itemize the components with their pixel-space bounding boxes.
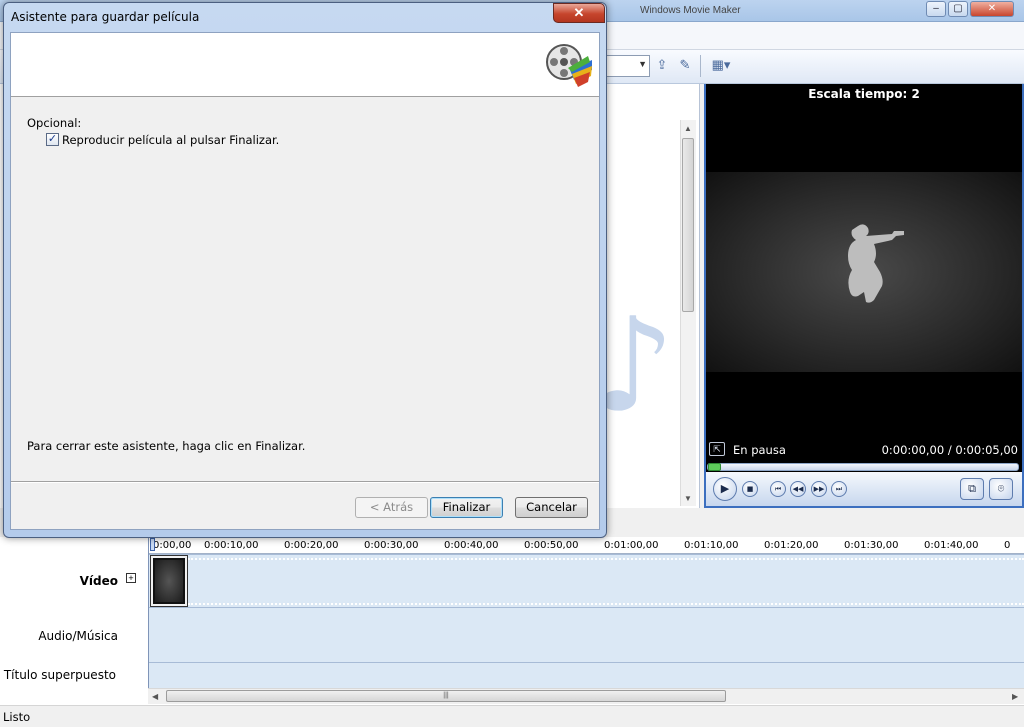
finish-button[interactable]: Finalizar xyxy=(430,497,503,518)
track-guide xyxy=(188,558,1024,560)
timeline-scroll-thumb[interactable]: ||| xyxy=(166,690,726,702)
dialog-separator xyxy=(11,481,599,483)
optional-label: Opcional: xyxy=(27,116,82,130)
toolbar-separator xyxy=(700,55,701,77)
chevron-down-icon: ▼ xyxy=(638,59,647,69)
fullscreen-icon[interactable]: ⇱ xyxy=(709,442,725,456)
scroll-up-icon[interactable]: ▲ xyxy=(684,124,692,133)
dialog-header xyxy=(11,33,599,97)
split-clip-icon[interactable]: ⧉ xyxy=(960,478,984,500)
scroll-down-icon[interactable]: ▼ xyxy=(684,494,692,503)
main-window-title: Windows Movie Maker xyxy=(640,5,741,16)
film-reel-icon xyxy=(546,44,592,87)
play-movie-checkbox[interactable]: ✓ xyxy=(46,133,59,146)
next-icon[interactable]: ⏭ xyxy=(831,481,847,497)
timeline-divider xyxy=(148,537,149,689)
play-icon[interactable]: ▶ xyxy=(713,477,737,501)
stop-icon[interactable]: ■ xyxy=(742,481,758,497)
previous-icon[interactable]: ⏮ xyxy=(770,481,786,497)
ruler-label: 0:00,00 xyxy=(153,540,192,551)
dialog-close-button[interactable]: ✕ xyxy=(553,3,605,23)
ruler-label: 0:01:20,00 xyxy=(764,540,819,551)
expand-track-icon[interactable]: + xyxy=(126,573,136,583)
collections-combo[interactable]: ▼ xyxy=(606,55,650,77)
status-bar xyxy=(0,705,1024,727)
seek-bar[interactable] xyxy=(707,463,1019,471)
ruler-label: 0:00:30,00 xyxy=(364,540,419,551)
track-label-audio: Audio/Música xyxy=(38,629,118,643)
track-label-title-overlay: Título superpuesto xyxy=(3,668,116,682)
maximize-button[interactable]: ▢ xyxy=(948,1,968,17)
ruler-label: 0:00:10,00 xyxy=(204,540,259,551)
dialog-body xyxy=(10,32,600,530)
ruler-label: 0:00:20,00 xyxy=(284,540,339,551)
scroll-left-icon[interactable]: ◀ xyxy=(152,692,158,701)
ruler-label: 0:01:30,00 xyxy=(844,540,899,551)
playback-time: 0:00:00,00 / 0:00:05,00 xyxy=(881,443,1018,457)
back-button[interactable]: < Atrás xyxy=(355,497,428,518)
video-track[interactable] xyxy=(149,554,1024,607)
ruler-label: 0:01:00,00 xyxy=(604,540,659,551)
rewind-icon[interactable]: ◀◀ xyxy=(790,481,806,497)
view-grid-icon[interactable]: ▦▾ xyxy=(708,56,734,74)
finish-hint-text: Para cerrar este asistente, haga clic en… xyxy=(27,439,306,453)
title-overlay-track[interactable] xyxy=(149,662,1024,688)
forward-icon[interactable]: ▶▶ xyxy=(811,481,827,497)
scroll-right-icon[interactable]: ▶ xyxy=(1012,692,1018,701)
minimize-button[interactable]: – xyxy=(926,1,946,17)
folder-up-icon[interactable]: ⇪ xyxy=(653,56,671,74)
ruler-label: 0:00:50,00 xyxy=(524,540,579,551)
play-movie-label[interactable]: Reproducir película al pulsar Finalizar. xyxy=(62,133,279,147)
status-text: Listo xyxy=(3,710,31,724)
clip-thumbnail xyxy=(155,560,183,602)
monitor-title: Escala tiempo: 2 xyxy=(808,87,920,101)
playhead[interactable] xyxy=(150,538,155,551)
soldier-silhouette-icon xyxy=(848,224,904,303)
cancel-button[interactable]: Cancelar xyxy=(515,497,588,518)
new-folder-icon[interactable]: ✎ xyxy=(676,56,694,74)
dialog-title: Asistente para guardar película xyxy=(11,10,200,24)
contents-scroll-thumb[interactable] xyxy=(682,138,694,312)
playback-status: En pausa xyxy=(733,443,786,457)
audio-track[interactable] xyxy=(149,607,1024,662)
ruler-label: 0:00:40,00 xyxy=(444,540,499,551)
ruler-label: 0 xyxy=(1004,540,1011,551)
ruler-label: 0:01:40,00 xyxy=(924,540,979,551)
ruler-label: 0:01:10,00 xyxy=(684,540,739,551)
seek-thumb[interactable] xyxy=(708,463,721,471)
track-guide xyxy=(188,603,1024,605)
snapshot-camera-icon[interactable]: ⌾ xyxy=(989,478,1013,500)
track-label-video: Vídeo xyxy=(79,574,118,588)
main-close-button[interactable]: ✕ xyxy=(970,1,1014,17)
